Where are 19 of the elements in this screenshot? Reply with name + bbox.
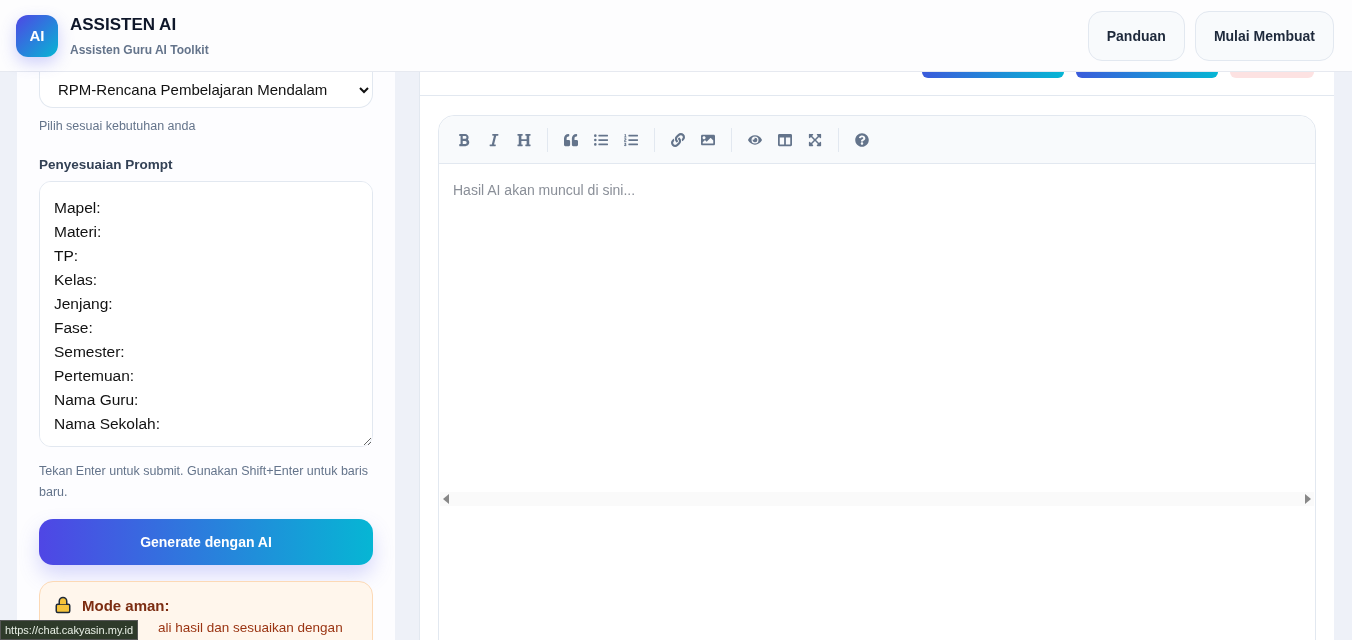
app-subtitle: Assisten Guru AI Toolkit [70, 42, 209, 57]
app-title: ASSISTEN AI [70, 14, 178, 35]
prompt-field[interactable]: Mapel: Materi: TP: Kelas: Jenjang: Fase: Semester: Pertemuan: Nama Guru: Nama Sekolah: [39, 181, 373, 447]
select-hint: Pilih sesuai kebutuhan anda [39, 118, 197, 135]
prompt-label: Penyesuaian Prompt [39, 157, 174, 172]
scroll-right-icon[interactable] [1304, 494, 1312, 504]
logo: AI [16, 14, 58, 57]
notice-text: ali hasil dan sesuaikan dengan [158, 620, 343, 635]
action-button[interactable] [922, 72, 1064, 78]
action-button[interactable] [1076, 72, 1218, 78]
notice-title: Mode aman: [82, 596, 170, 614]
status-url: https://chat.cakyasin.my.id [0, 620, 139, 640]
lock-icon [54, 596, 72, 614]
template-select[interactable]: RPM-Rencana Pembelajaran Mendalam [39, 72, 373, 108]
generate-button[interactable]: Generate dengan AI [39, 519, 373, 565]
header-button[interactable]: Panduan [1087, 10, 1185, 61]
scroll-left-icon[interactable] [442, 494, 450, 504]
prompt-hint: Tekan Enter untuk submit. Gunakan Shift+Enter untuk baris baru. [39, 463, 369, 501]
header-button[interactable]: Mulai Membuat [1194, 10, 1334, 61]
